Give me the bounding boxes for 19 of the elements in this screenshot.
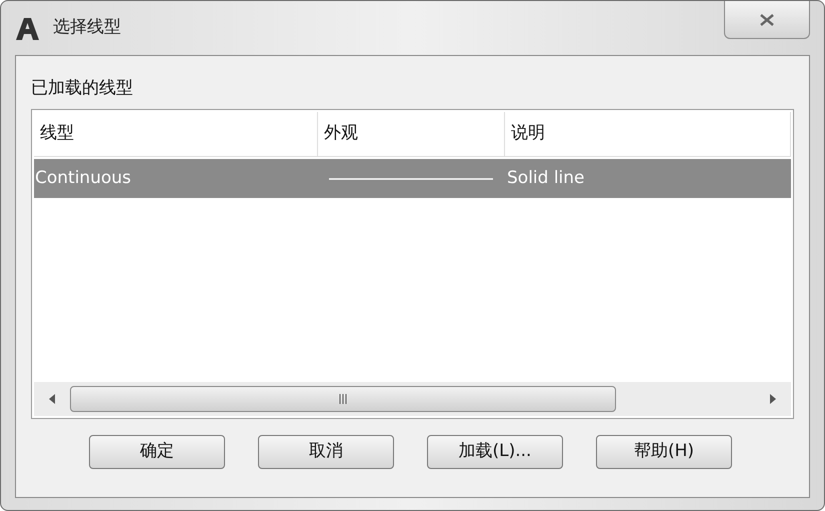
close-button[interactable]: [724, 1, 810, 39]
window-title: 选择线型: [53, 16, 121, 39]
table-cell-text: Continuous: [34, 166, 132, 190]
column-header[interactable]: 线型: [34, 112, 318, 156]
column-header[interactable]: 说明: [505, 112, 791, 156]
table-cell-text: Solid line: [507, 166, 585, 190]
dialog-button[interactable]: 加载(L)...: [427, 435, 563, 469]
dialog-button[interactable]: 确定: [89, 435, 225, 469]
app-logo-icon: [15, 17, 41, 41]
horizontal-scrollbar[interactable]: [34, 382, 791, 416]
close-icon: [759, 14, 775, 26]
section-label: 已加载的线型: [31, 80, 134, 97]
column-header[interactable]: 外观: [318, 112, 506, 156]
scroll-right-icon[interactable]: [769, 394, 777, 404]
dialog-button[interactable]: 帮助(H): [596, 435, 732, 469]
scroll-left-icon[interactable]: [48, 394, 56, 404]
scrollbar-thumb[interactable]: [70, 386, 616, 412]
grip-icon: [339, 394, 347, 404]
dialog-button[interactable]: 取消: [258, 435, 394, 469]
